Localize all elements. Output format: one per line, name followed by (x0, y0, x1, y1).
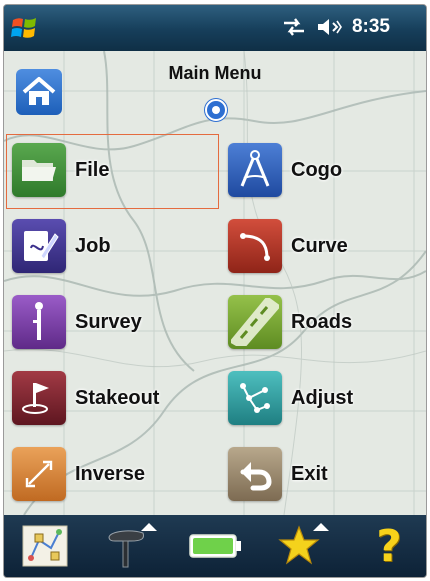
menu-item-label: Inverse (75, 462, 146, 485)
battery-status[interactable] (184, 515, 248, 577)
menu-item-label: Exit (291, 462, 328, 485)
inverse-arrows-icon (12, 447, 66, 501)
exit-back-icon (228, 447, 282, 501)
compass-icon (228, 143, 282, 197)
help-icon: ? (376, 520, 402, 572)
help-button[interactable]: ? (360, 515, 418, 577)
favorites-star-icon (278, 523, 329, 565)
menu-item-label: Curve (291, 234, 348, 257)
menu-item-exit[interactable]: Exit (228, 447, 328, 501)
clock[interactable]: 8:35 (352, 16, 390, 38)
volume-muted-icon[interactable] (316, 17, 342, 37)
connectivity-icon[interactable] (282, 17, 306, 37)
page-title: Main Menu (168, 63, 262, 83)
menu-item-label: Survey (75, 310, 142, 333)
menu-item-inverse[interactable]: Inverse (12, 447, 145, 501)
menu-item-label: Roads (291, 310, 353, 333)
menu-item-label: Stakeout (75, 386, 160, 409)
main-menu-panel: Main Menu File Job Survey Stakeout Inver… (4, 51, 426, 515)
menu-item-label: File (75, 158, 110, 181)
device-screen: 8:35 Main Menu File Job Survey Stakeout … (3, 4, 427, 578)
menu-item-roads[interactable]: Roads (228, 295, 352, 349)
windows-start-icon[interactable] (10, 14, 40, 42)
menu-item-cogo[interactable]: Cogo (228, 143, 342, 197)
adjust-network-icon (228, 371, 282, 425)
menu-item-file[interactable]: File (12, 143, 109, 197)
curve-icon (228, 219, 282, 273)
map-button[interactable] (14, 515, 76, 577)
folder-icon (12, 143, 66, 197)
gps-position-icon (205, 99, 227, 121)
gps-receiver-button[interactable] (98, 515, 162, 577)
menu-item-label: Job (75, 234, 111, 257)
menu-item-curve[interactable]: Curve (228, 219, 348, 273)
menu-item-survey[interactable]: Survey (12, 295, 142, 349)
road-icon (228, 295, 282, 349)
job-edit-icon (12, 219, 66, 273)
survey-rod-icon (12, 295, 66, 349)
menu-item-label: Adjust (291, 386, 354, 409)
map-icon (22, 525, 68, 567)
status-bar: 8:35 (4, 5, 426, 51)
favorites-button[interactable] (272, 515, 336, 577)
gps-receiver-icon (108, 523, 157, 568)
menu-item-stakeout[interactable]: Stakeout (12, 371, 159, 425)
battery-icon (189, 534, 241, 558)
menu-item-job[interactable]: Job (12, 219, 111, 273)
bottom-toolbar: ? (4, 515, 426, 577)
menu-item-adjust[interactable]: Adjust (228, 371, 353, 425)
menu-item-label: Cogo (291, 158, 343, 181)
stakeout-flag-icon (12, 371, 66, 425)
